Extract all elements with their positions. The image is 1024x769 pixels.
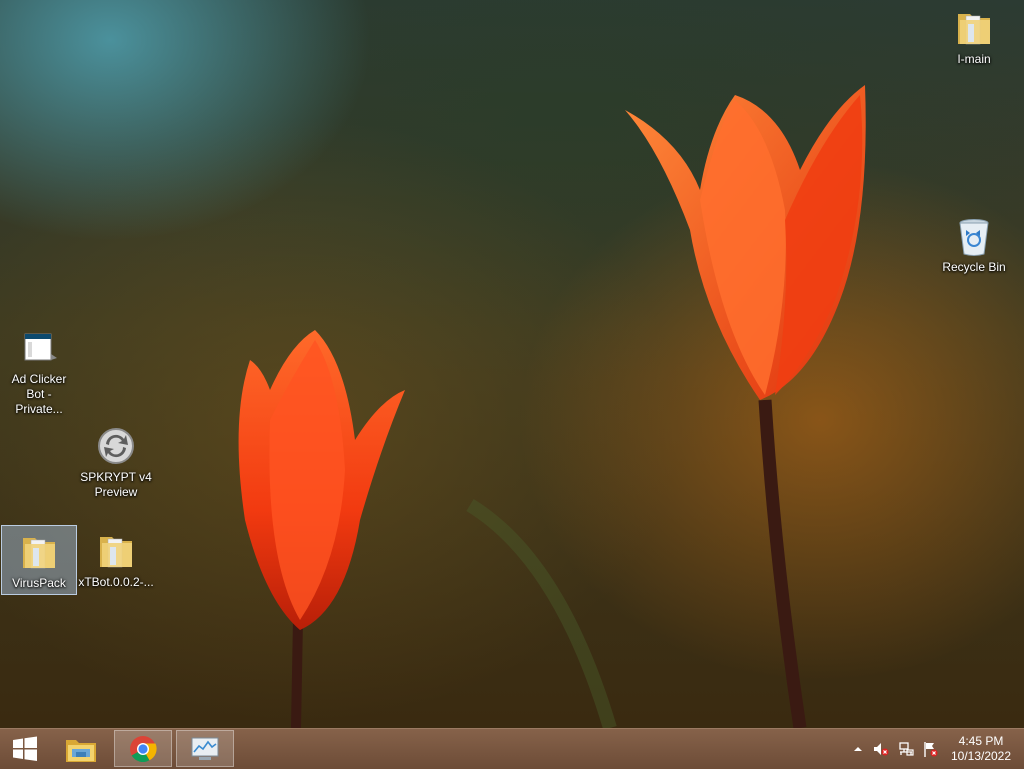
- desktop-icon-label: VirusPack: [12, 576, 66, 590]
- desktop-icon-spkrypt[interactable]: SPKRYPT v4 Preview: [78, 420, 154, 500]
- tulip-artwork: [238, 85, 866, 728]
- taskbar: 4:45 PM 10/13/2022: [0, 728, 1024, 769]
- desktop-icon-viruspack[interactable]: VirusPack: [1, 525, 77, 595]
- desktop-icon-xtbot[interactable]: xTBot.0.0.2-...: [78, 525, 154, 590]
- clock-time: 4:45 PM: [958, 734, 1004, 748]
- flag-icon[interactable]: [922, 741, 938, 757]
- circular-arrows-icon: [98, 428, 134, 464]
- desktop-icon-i-main[interactable]: I-main: [936, 2, 1012, 67]
- chrome-icon: [130, 735, 157, 762]
- recycle-bin-icon: [959, 219, 989, 256]
- desktop-icon-label: SPKRYPT v4 Preview: [80, 470, 152, 499]
- taskbar-task-manager-button[interactable]: [176, 730, 234, 767]
- right-tulip: [625, 85, 866, 400]
- task-manager-icon: [191, 737, 219, 760]
- folder-icon: [958, 14, 990, 45]
- desktop-icon-recycle-bin[interactable]: Recycle Bin: [936, 210, 1012, 275]
- speaker-muted-icon[interactable]: [873, 741, 889, 757]
- clock-date: 10/13/2022: [950, 749, 1012, 763]
- network-icon[interactable]: [898, 741, 914, 757]
- taskbar-clock[interactable]: 4:45 PM 10/13/2022: [944, 734, 1018, 764]
- application-icon: [24, 333, 57, 361]
- taskbar-chrome-button[interactable]: [114, 730, 172, 767]
- chevron-up-icon[interactable]: [850, 741, 866, 757]
- desktop-wallpaper: [0, 0, 1024, 728]
- start-button[interactable]: [0, 730, 50, 767]
- folder-icon: [100, 537, 132, 568]
- desktop-icon-label: xTBot.0.0.2-...: [78, 575, 154, 589]
- desktop-icon-label: I-main: [957, 52, 991, 66]
- windows-start-icon: [13, 736, 37, 761]
- desktop-icon-label: Recycle Bin: [942, 260, 1006, 274]
- taskbar-file-explorer-button[interactable]: [52, 730, 110, 767]
- left-tulip: [238, 330, 405, 630]
- desktop-icon-label: Ad Clicker Bot - Private...: [11, 372, 67, 416]
- file-explorer-icon: [66, 739, 96, 762]
- desktop-icon-ad-clicker-bot[interactable]: Ad Clicker Bot - Private...: [1, 322, 77, 417]
- folder-icon: [23, 538, 55, 569]
